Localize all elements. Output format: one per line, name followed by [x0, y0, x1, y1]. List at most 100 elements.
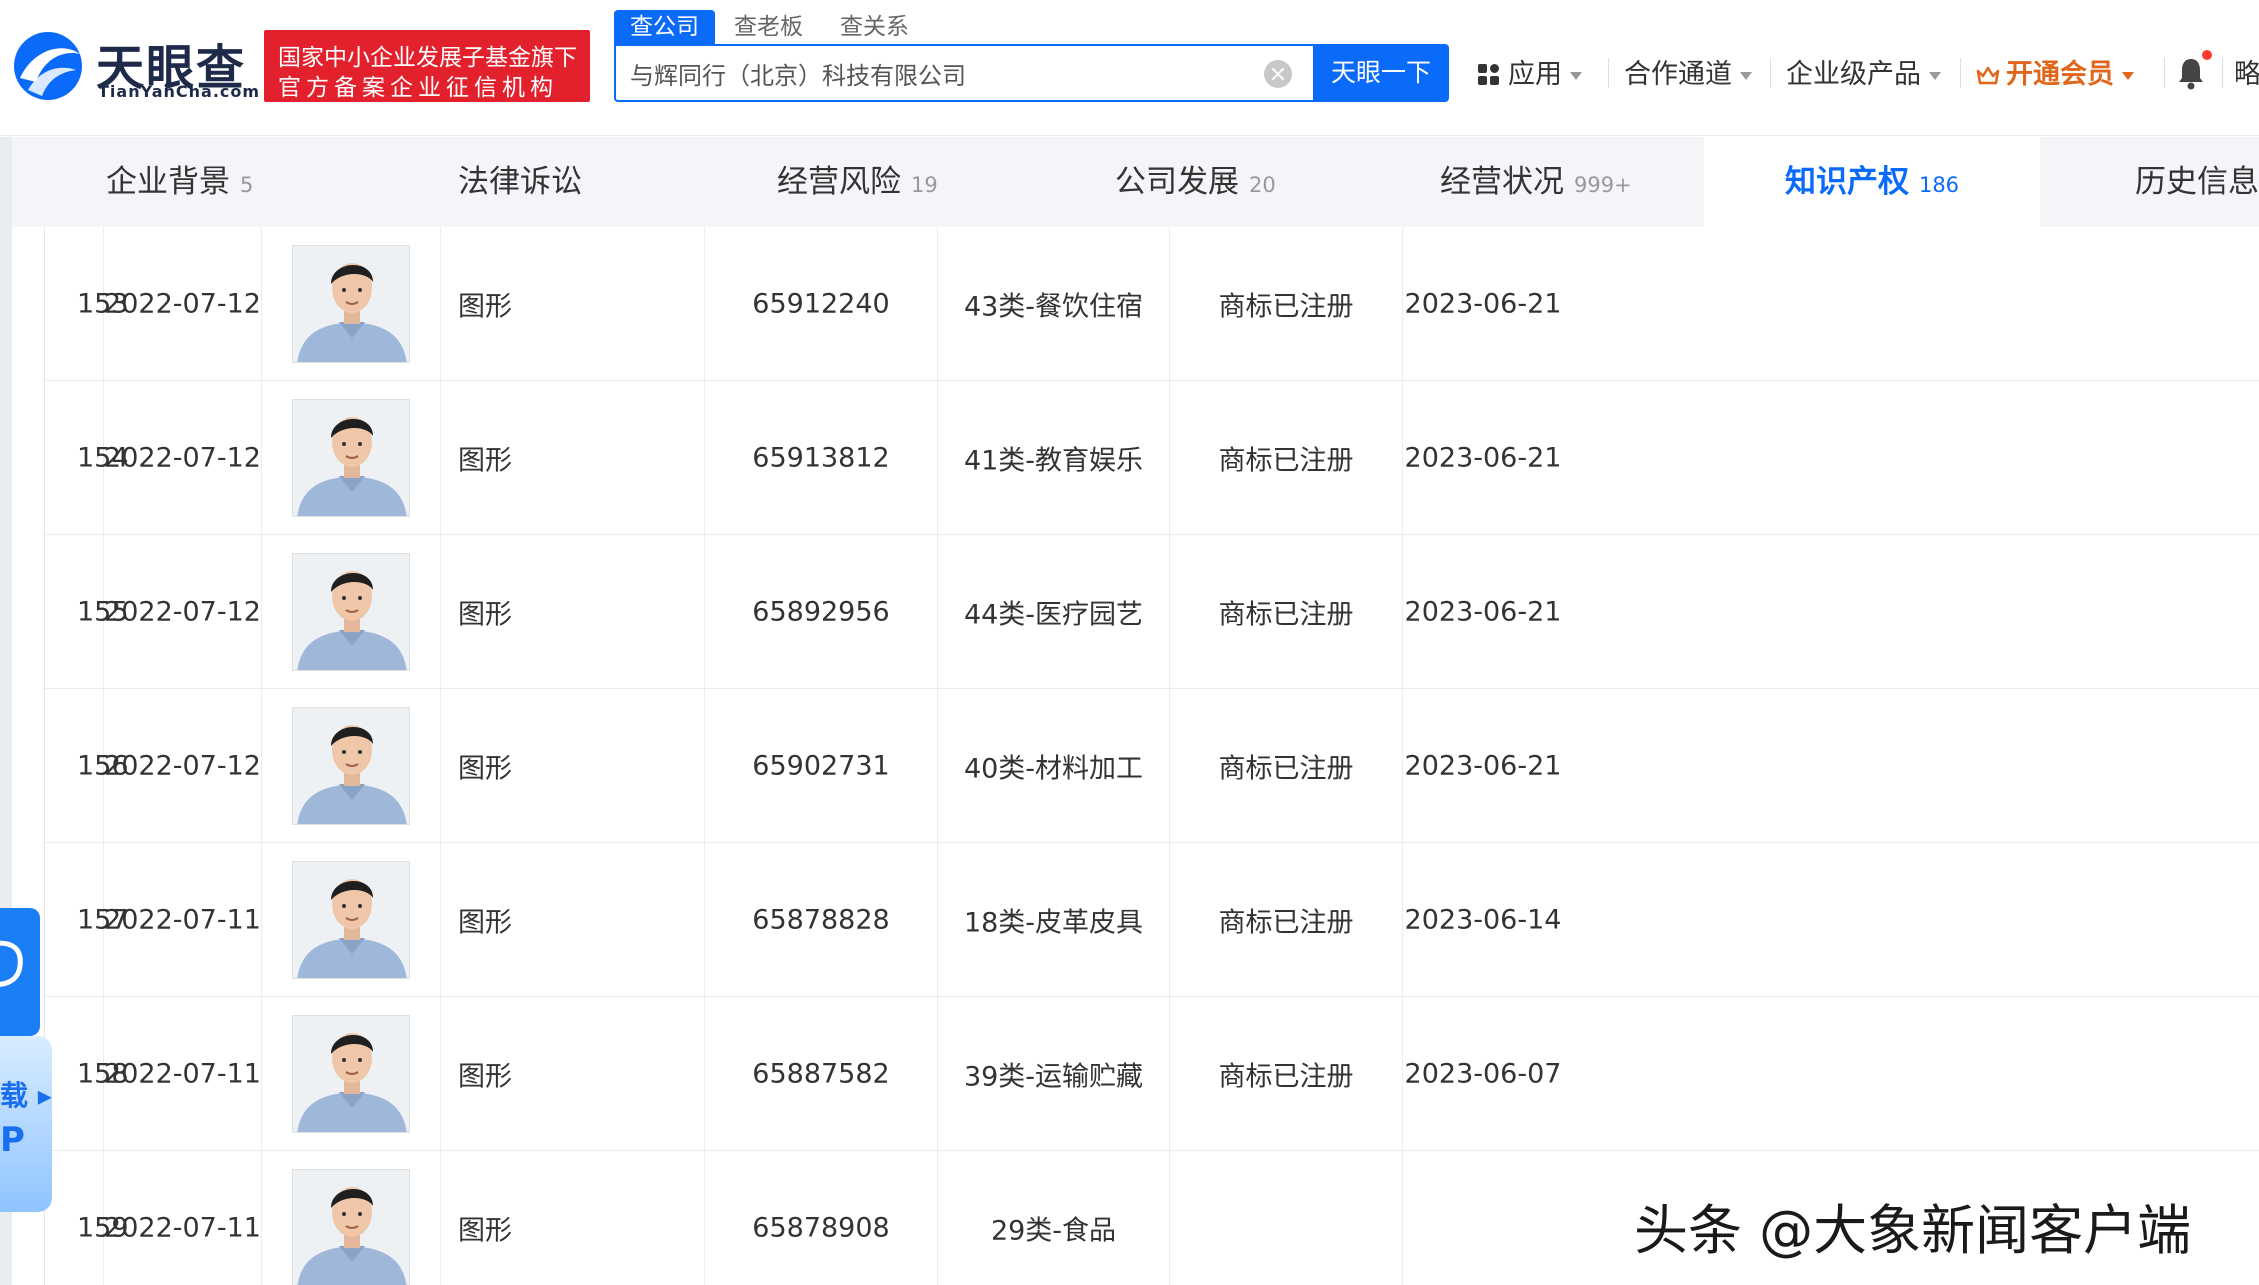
side-widget-top[interactable] — [0, 908, 40, 1036]
portrait-graphic — [293, 554, 409, 670]
table-row[interactable]: 154 2022-07-12 图形 65913812 41类-教育娱乐 商标已注册 2023… — [45, 381, 2259, 535]
tab-label: 历史信息 — [2135, 164, 2259, 200]
tab-history-info[interactable]: 历史信息 — [2135, 137, 2259, 227]
tab-company-development[interactable]: 公司发展 20 — [1115, 137, 1276, 227]
tab-label: 知识产权 — [1784, 164, 1909, 200]
cell-reg-number: 65892956 — [705, 535, 938, 689]
cell-apply-date: 2022-07-11 — [104, 843, 262, 997]
nav-divider — [2164, 58, 2165, 88]
cell-status: 商标已注册 — [1170, 381, 1403, 535]
chevron-down-icon — [1570, 71, 1582, 80]
side-widget-line2: P — [0, 1120, 25, 1160]
cell-class: 39类-运输贮藏 — [938, 997, 1170, 1151]
cell-date: 2023-06-21 — [1403, 535, 1563, 689]
nav-partner-label: 合作通道 — [1624, 59, 1732, 90]
cell-apply-date: 2022-07-12 — [104, 689, 262, 843]
cell-reg-number-text: 65902731 — [752, 750, 890, 782]
chevron-down-icon — [1929, 71, 1941, 80]
search-button[interactable]: 天眼一下 — [1313, 44, 1449, 102]
nav-vip[interactable]: 开通会员 — [1976, 52, 2134, 92]
cell-status-text: 商标已注册 — [1218, 907, 1354, 939]
nav-partner[interactable]: 合作通道 — [1624, 52, 1752, 92]
trademark-portrait-image[interactable] — [292, 245, 410, 363]
nav-divider — [1960, 58, 1961, 88]
cell-trademark-image — [262, 535, 441, 689]
tab-legal-litigation[interactable]: 法律诉讼 — [458, 137, 582, 227]
portrait-graphic — [293, 1016, 409, 1132]
cell-index: 159 — [45, 1151, 129, 1285]
nav-vip-label: 开通会员 — [2006, 59, 2114, 90]
trademark-table: 153 2022-07-12 图形 65912240 43类-餐饮住宿 商标已注册 2023… — [44, 227, 2259, 1285]
cell-apply-date-text: 2022-07-12 — [104, 442, 261, 474]
nav-apps[interactable]: 应用 — [1478, 52, 1582, 92]
cell-date-text: 2023-06-21 — [1404, 750, 1562, 782]
cell-date — [1403, 1151, 1563, 1285]
cell-trademark-name: 图形 — [441, 843, 705, 997]
side-widget-download[interactable]: 载 ▸ P — [0, 1036, 52, 1212]
nav-enterprise-label: 企业级产品 — [1786, 59, 1921, 90]
bell-icon[interactable] — [2176, 56, 2206, 90]
tab-count: 20 — [1249, 173, 1276, 197]
tab-search-company[interactable]: 查公司 — [614, 10, 715, 44]
top-header: 天眼查 TianYanCha.com 国家中小企业发展子基金旗下 官方备案企业征… — [0, 0, 2259, 136]
cell-class: 40类-材料加工 — [938, 689, 1170, 843]
cell-trademark-image — [262, 227, 441, 381]
trademark-portrait-image[interactable] — [292, 553, 410, 671]
tab-business-status[interactable]: 经营状况 999+ — [1440, 137, 1632, 227]
cell-date-text: 2023-06-21 — [1404, 442, 1562, 474]
nav-more[interactable]: 略 — [2234, 52, 2259, 91]
cell-index: 158 — [45, 997, 129, 1151]
cell-date-text: 2023-06-21 — [1404, 288, 1562, 320]
cell-status — [1170, 1151, 1403, 1285]
cell-status-text: 商标已注册 — [1218, 445, 1354, 477]
portrait-graphic — [293, 1170, 409, 1285]
table-row[interactable]: 158 2022-07-11 图形 65887582 39类-运输贮藏 商标已注册 2023… — [45, 997, 2259, 1151]
cell-status: 商标已注册 — [1170, 997, 1403, 1151]
cell-apply-date-text: 2022-07-11 — [104, 904, 261, 936]
tab-business-risk[interactable]: 经营风险 19 — [777, 137, 938, 227]
trademark-portrait-image[interactable] — [292, 861, 410, 979]
cell-status-text: 商标已注册 — [1218, 753, 1354, 785]
clear-icon[interactable] — [1264, 60, 1292, 88]
cell-class: 18类-皮革皮具 — [938, 843, 1170, 997]
tab-count: 999+ — [1574, 173, 1632, 197]
cell-trademark-name-text: 图形 — [458, 291, 512, 323]
tab-intellectual-property[interactable]: 知识产权 186 — [1704, 137, 2040, 227]
cell-apply-date-text: 2022-07-12 — [104, 596, 261, 628]
cell-reg-number-text: 65912240 — [752, 288, 890, 320]
trademark-portrait-image[interactable] — [292, 1015, 410, 1133]
cell-class: 29类-食品 — [938, 1151, 1170, 1285]
chevron-down-icon — [1740, 71, 1752, 80]
cell-trademark-image — [262, 997, 441, 1151]
nav-divider — [2222, 58, 2223, 88]
table-row[interactable]: 153 2022-07-12 图形 65912240 43类-餐饮住宿 商标已注册 2023… — [45, 227, 2259, 381]
cell-reg-number-text: 65913812 — [752, 442, 890, 474]
tab-search-boss[interactable]: 查老板 — [734, 10, 803, 44]
cell-status-text: 商标已注册 — [1218, 599, 1354, 631]
cell-reg-number-text: 65878828 — [752, 904, 890, 936]
cell-apply-date-text: 2022-07-11 — [104, 1058, 261, 1090]
tianyancha-logo[interactable]: 天眼查 TianYanCha.com — [10, 26, 259, 106]
tab-search-relation[interactable]: 查关系 — [840, 10, 909, 44]
trademark-portrait-image[interactable] — [292, 399, 410, 517]
trademark-portrait-image[interactable] — [292, 1169, 410, 1285]
cell-reg-number: 65878828 — [705, 843, 938, 997]
table-row[interactable]: 156 2022-07-12 图形 65902731 40类-材料加工 商标已注册 2023… — [45, 689, 2259, 843]
side-app-widget[interactable]: 载 ▸ P — [0, 908, 52, 1212]
tab-company-background[interactable]: 企业背景 5 — [106, 137, 253, 227]
cell-class-text: 40类-材料加工 — [963, 753, 1144, 785]
cell-apply-date: 2022-07-11 — [104, 1151, 262, 1285]
cell-class-text: 39类-运输贮藏 — [963, 1061, 1144, 1093]
portrait-graphic — [293, 862, 409, 978]
cell-apply-date-text: 2022-07-11 — [104, 1212, 261, 1244]
notification-dot — [2202, 50, 2212, 60]
table-row[interactable]: 155 2022-07-12 图形 65892956 44类-医疗园艺 商标已注册 2023… — [45, 535, 2259, 689]
table-row[interactable]: 157 2022-07-11 图形 65878828 18类-皮革皮具 商标已注册 2023… — [45, 843, 2259, 997]
cell-reg-number: 65912240 — [705, 227, 938, 381]
nav-enterprise[interactable]: 企业级产品 — [1786, 52, 1941, 92]
category-tab-bar: 企业背景 5 法律诉讼 经营风险 19 公司发展 20 经营状况 999+ 知识产权 18… — [12, 137, 2259, 227]
cell-trademark-name-text: 图形 — [458, 753, 512, 785]
search-input[interactable] — [630, 46, 1230, 100]
trademark-portrait-image[interactable] — [292, 707, 410, 825]
tab-label: 公司发展 — [1115, 164, 1239, 200]
